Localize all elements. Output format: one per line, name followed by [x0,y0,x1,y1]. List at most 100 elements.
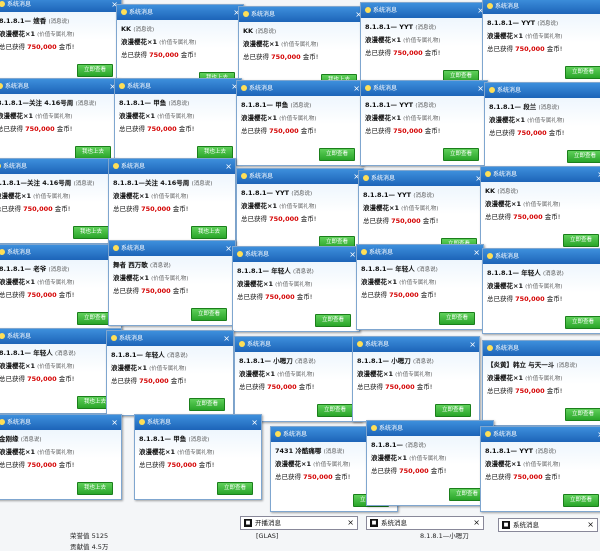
close-icon[interactable]: × [469,337,476,352]
close-icon[interactable]: × [587,519,594,531]
popup-action-button[interactable]: 立即查看 [562,234,599,247]
popup-titlebar[interactable]: 系统消息× [483,249,600,264]
popup-titlebar[interactable]: 系统消息× [483,0,600,14]
close-icon[interactable]: × [225,159,232,174]
notification-bar[interactable]: ■ 系统消息 × [498,518,598,532]
popup-titlebar[interactable]: 系统消息× [107,331,233,346]
popup-titlebar[interactable]: 系统消息× [0,329,121,344]
message-icon [0,1,5,7]
popup-titlebar[interactable]: 系统消息× [361,3,487,18]
popup-titlebar[interactable]: 系统消息× [353,337,479,352]
popup-titlebar[interactable]: 系统消息× [233,247,359,262]
sender-prefix: KK [243,27,254,35]
popup-titlebar[interactable]: 系统消息× [0,159,117,174]
reward-unit: 金币! [58,291,75,299]
popup-titlebar[interactable]: 系统消息× [237,169,363,184]
popup-action-button[interactable]: 立即查看 [190,308,227,321]
popup-titlebar[interactable]: 系统消息× [239,7,365,22]
system-message-popup[interactable]: 系统消息×8.1.8.1— YYT (消息说)浪漫樱花×1 (价值专属礼物)总已… [236,168,364,254]
notification-bar[interactable]: ■ 开播消息 × [240,516,358,530]
popup-titlebar[interactable]: 系统消息× [481,427,600,442]
popup-action-button[interactable]: 立即查看 [438,312,475,325]
popup-titlebar[interactable]: 系统消息× [359,171,485,186]
close-icon[interactable]: × [473,517,480,529]
popup-titlebar[interactable]: 系统消息× [237,81,363,96]
system-message-popup[interactable]: 系统消息×8.1.8.1— YYT (消息说)浪漫樱花×1 (价值专属礼物)总已… [480,426,600,512]
popup-titlebar[interactable]: 系统消息× [135,415,261,430]
close-icon[interactable]: × [225,241,232,256]
popup-action-button[interactable]: 立即查看 [564,408,600,421]
close-icon[interactable]: × [223,331,230,346]
popup-titlebar[interactable]: 系统消息× [367,421,493,436]
system-message-popup[interactable]: 系统消息×8.1.8.1—关注 4.16号周 (消息说)浪漫樱花×1 (价值专属… [108,158,236,244]
system-message-popup[interactable]: 系统消息×KK (消息说)浪漫樱花×1 (价值专属礼物)总已获得 750,000… [480,166,600,252]
popup-titlebar[interactable]: 系统消息× [0,79,119,94]
gift-line: 浪漫樱花×1 (价值专属礼物) [237,278,355,291]
popup-action-button[interactable]: 立即查看 [442,148,479,161]
popup-action-button[interactable]: 立即查看 [318,148,355,161]
message-icon [0,249,5,255]
popup-titlebar[interactable]: 系统消息× [109,241,235,256]
system-message-popup[interactable]: 系统消息×8.1.8.1— 年轻人 (消息说)浪漫樱花×1 (价值专属礼物)总已… [232,246,360,332]
system-message-popup[interactable]: 系统消息×【炎黄】韩立 与天一斗 (消息说)浪漫樱花×1 (价值专属礼物)总已获… [482,340,600,426]
popup-titlebar[interactable]: 系统消息× [485,83,600,98]
popup-titlebar[interactable]: 系统消息× [361,81,487,96]
popup-action-button[interactable]: 立即查看 [314,314,351,327]
close-icon[interactable]: × [473,245,480,260]
popup-titlebar[interactable]: 系统消息× [109,159,235,174]
gift-name: 浪漫樱花 [241,202,267,210]
popup-action-button[interactable]: 立即查看 [562,494,599,507]
popup-titlebar[interactable]: 系统消息× [0,415,121,430]
popup-titlebar[interactable]: 系统消息× [117,5,243,20]
popup-action-button[interactable]: 立即查看 [564,316,600,329]
reward-prefix: 总已获得 [241,215,267,223]
popup-action-button[interactable]: 立即查看 [566,150,600,163]
popup-action-button[interactable]: 我也上去 [76,482,113,495]
system-message-popup[interactable]: 系统消息×8.1.8.1— YYT (消息说)浪漫樱花×1 (价值专属礼物)总已… [360,2,488,88]
popup-action-button[interactable]: 立即查看 [76,64,113,77]
popup-action-button[interactable]: 立即查看 [188,398,225,411]
popup-action-button[interactable]: 立即查看 [434,404,471,417]
popup-titlebar[interactable]: 系统消息× [481,167,600,182]
close-icon[interactable]: × [477,81,484,96]
popup-action-button[interactable]: 我也上去 [72,226,109,239]
system-message-popup[interactable]: 系统消息×8.1.8.1— YYT (消息说)浪漫樱花×1 (价值专属礼物)总已… [482,0,600,84]
popup-action-button[interactable]: 立即查看 [316,404,353,417]
system-message-popup[interactable]: 系统消息×8.1.8.1—关注 4.16号周 (消息说)浪漫樱花×1 (价值专属… [0,78,120,164]
system-message-popup[interactable]: 系统消息×8.1.8.1— 年轻人 (消息说)浪漫樱花×1 (价值专属礼物)总已… [356,244,484,330]
system-message-popup[interactable]: 系统消息×8.1.8.1— 小嗯刀 (消息说)浪漫樱花×1 (价值专属礼物)总已… [352,336,480,422]
system-message-popup[interactable]: 系统消息 × 8.1.8.1— 甲鱼 (消息说) 浪漫樱花×1 (价值专属礼物) 总已获… [114,78,242,164]
system-message-popup[interactable]: 系统消息 × 舞者 西万歌 (消息说) 浪漫樱花×1 (价值专属礼物) 总已获得 750… [108,240,236,326]
system-message-popup[interactable]: 系统消息×8.1.8.1— 小嗯刀 (消息说)浪漫樱花×1 (价值专属礼物)总已… [234,336,362,422]
notification-bar[interactable]: ■ 系统消息 × [366,516,484,530]
popup-action-button[interactable]: 立即查看 [564,66,600,79]
system-message-popup[interactable]: 系统消息 × 8.1.8.1— 嫂香 (消息说) 浪漫樱花×1 (价值专属礼物) 总已获… [0,0,122,82]
system-message-popup[interactable]: 系统消息×8.1.8.1— 年轻人 (消息说)浪漫樱花×1 (价值专属礼物)总已… [106,330,234,416]
close-icon[interactable]: × [111,415,118,430]
close-icon[interactable]: × [349,247,356,262]
system-message-popup[interactable]: 系统消息×8.1.8.1—关注 4.16号周 (消息说)浪漫樱花×1 (价值专属… [0,158,118,244]
popup-action-button[interactable]: 我也上去 [190,226,227,239]
system-message-popup[interactable]: 系统消息×8.1.8.1— 年轻人 (消息说)浪漫樱花×1 (价值专属礼物)总已… [482,248,600,334]
close-icon[interactable]: × [251,415,258,430]
popup-titlebar[interactable]: 系统消息× [0,245,121,260]
sender-suffix: (消息说) [48,19,70,25]
popup-titlebar[interactable]: 系统消息× [235,337,361,352]
system-message-popup[interactable]: 系统消息×8.1.8.1— 年轻人 (消息说)浪漫樱花×1 (价值专属礼物)总已… [0,328,122,414]
gift-name: 浪漫樱花 [243,40,269,48]
popup-titlebar[interactable]: 系统消息× [115,79,241,94]
popup-titlebar[interactable]: 系统消息× [0,0,121,12]
close-icon[interactable]: × [353,81,360,96]
system-message-popup[interactable]: 系统消息×8.1.8.1— 段兰 (消息说)浪漫樱花×1 (价值专属礼物)总已获… [484,82,600,168]
system-message-popup[interactable]: 系统消息 × 金刚缘 (消息说) 浪漫樱花×1 (价值专属礼物) 总已获得 750,00… [0,414,122,500]
popup-titlebar[interactable]: 系统消息× [483,341,600,356]
system-message-popup[interactable]: 系统消息×8.1.8.1— 老爷 (消息说)浪漫樱花×1 (价值专属礼物)总已获… [0,244,122,330]
close-icon[interactable]: × [347,517,354,529]
system-message-popup[interactable]: 系统消息 × 8.1.8.1— 甲鱼 (消息说) 浪漫樱花×1 (价值专属礼物) 总已获… [236,80,364,166]
system-message-popup[interactable]: 系统消息×8.1.8.1— YYT (消息说)浪漫樱花×1 (价值专属礼物)总已… [360,80,488,166]
popup-action-button[interactable]: 立即查看 [216,482,253,495]
system-message-popup[interactable]: 系统消息 × 8.1.8.1— 甲鱼 (消息说) 浪漫樱花×1 (价值专属礼物) 总已获… [134,414,262,500]
popup-titlebar[interactable]: 系统消息× [357,245,483,260]
system-message-popup[interactable]: 系统消息×8.1.8.1— (消息说)浪漫樱花×1 (价值专属礼物)总已获得 7… [366,420,494,506]
gift-name: 浪漫樱花 [113,274,139,282]
